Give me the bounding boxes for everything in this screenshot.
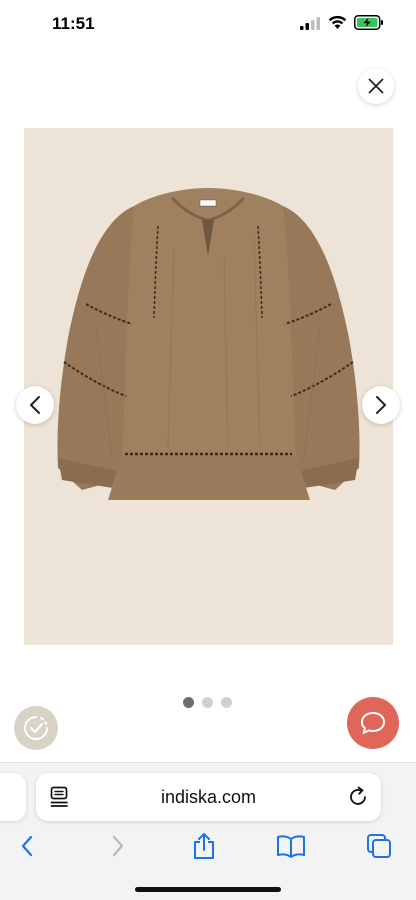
share-icon bbox=[194, 833, 214, 859]
back-button[interactable] bbox=[10, 829, 44, 863]
address-bar[interactable]: indiska.com bbox=[36, 773, 381, 821]
chevron-left-icon bbox=[30, 396, 40, 414]
forward-icon bbox=[112, 835, 124, 857]
pagination-dot[interactable] bbox=[221, 697, 232, 708]
chat-bubble-icon bbox=[361, 712, 385, 734]
share-button[interactable] bbox=[187, 829, 221, 863]
bookmarks-button[interactable] bbox=[274, 829, 308, 863]
close-icon bbox=[368, 78, 384, 94]
home-indicator bbox=[135, 887, 281, 892]
pagination-dot-active[interactable] bbox=[183, 697, 194, 708]
trust-badge[interactable] bbox=[14, 706, 58, 750]
chevron-right-icon bbox=[376, 396, 386, 414]
back-icon bbox=[21, 835, 33, 857]
forward-button[interactable] bbox=[101, 829, 135, 863]
bookmarks-icon bbox=[277, 835, 305, 858]
tabs-button[interactable] bbox=[362, 829, 396, 863]
chat-button[interactable] bbox=[347, 697, 399, 749]
carousel-pagination bbox=[183, 697, 232, 708]
product-image[interactable] bbox=[24, 128, 393, 645]
seal-badge-icon bbox=[24, 716, 48, 740]
url-text[interactable]: indiska.com bbox=[36, 787, 381, 808]
previous-image-button[interactable] bbox=[16, 386, 54, 424]
pagination-dot[interactable] bbox=[202, 697, 213, 708]
reload-icon[interactable] bbox=[347, 786, 369, 808]
cellular-signal-icon bbox=[300, 17, 320, 30]
blouse-illustration bbox=[57, 188, 360, 500]
browser-bottom-bar: indiska.com bbox=[0, 762, 416, 900]
close-button[interactable] bbox=[358, 68, 394, 104]
status-bar: 11:51 bbox=[0, 0, 416, 50]
battery-charging-icon bbox=[354, 15, 383, 30]
next-image-button[interactable] bbox=[362, 386, 400, 424]
status-time: 11:51 bbox=[52, 14, 95, 33]
wifi-icon bbox=[328, 15, 347, 29]
tabs-icon bbox=[367, 834, 391, 858]
previous-tab-preview[interactable] bbox=[0, 773, 26, 821]
